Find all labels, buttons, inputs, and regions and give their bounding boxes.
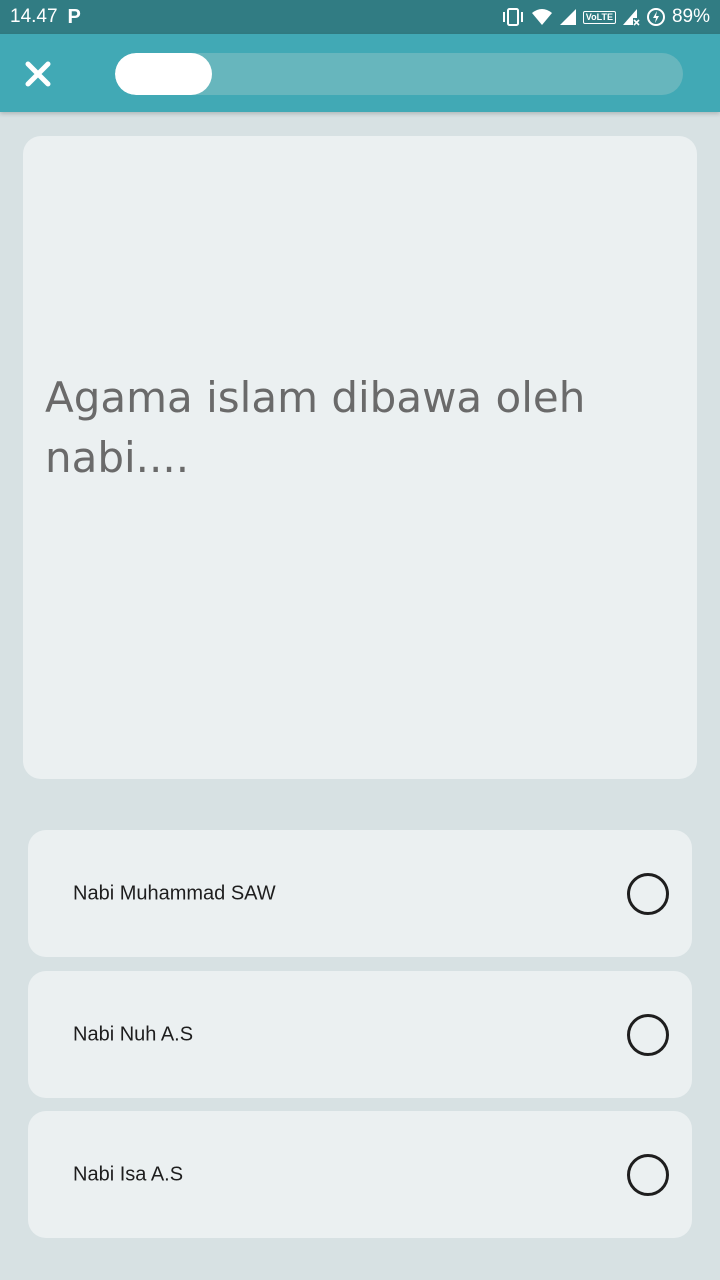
question-text: Agama islam dibawa oleh nabi.... [45,372,586,482]
radio-button[interactable] [627,872,669,915]
option-card-3[interactable]: Nabi Isa A.S [28,1111,692,1238]
volte-icon: VoLTE [582,10,616,24]
quiz-progress-fill [115,53,212,95]
option-label: Nabi Nuh A.S [73,1023,194,1045]
status-time: 14.47 [10,6,58,27]
radio-button[interactable] [627,1153,669,1196]
option-card-2[interactable]: Nabi Nuh A.S [28,971,692,1098]
close-button[interactable] [18,54,58,94]
question-card: Agama islam dibawa oleh nabi.... [23,136,697,779]
battery-saver-icon [646,7,666,27]
app-bar [0,34,720,112]
wifi-icon [531,8,553,26]
signal-no-data-icon [622,8,640,26]
radio-button[interactable] [627,1013,669,1056]
option-label: Nabi Isa A.S [73,1163,184,1185]
close-icon [25,61,51,87]
option-card-1[interactable]: Nabi Muhammad SAW [28,830,692,957]
quiz-progress-bar [115,53,683,95]
notification-p-icon: P [67,5,81,28]
signal-icon [559,8,577,26]
option-label: Nabi Muhammad SAW [73,882,276,904]
battery-percent: 89% [671,6,710,27]
status-bar: 14.47 P VoLTE 89% [0,0,720,34]
vibrate-icon [501,7,525,27]
